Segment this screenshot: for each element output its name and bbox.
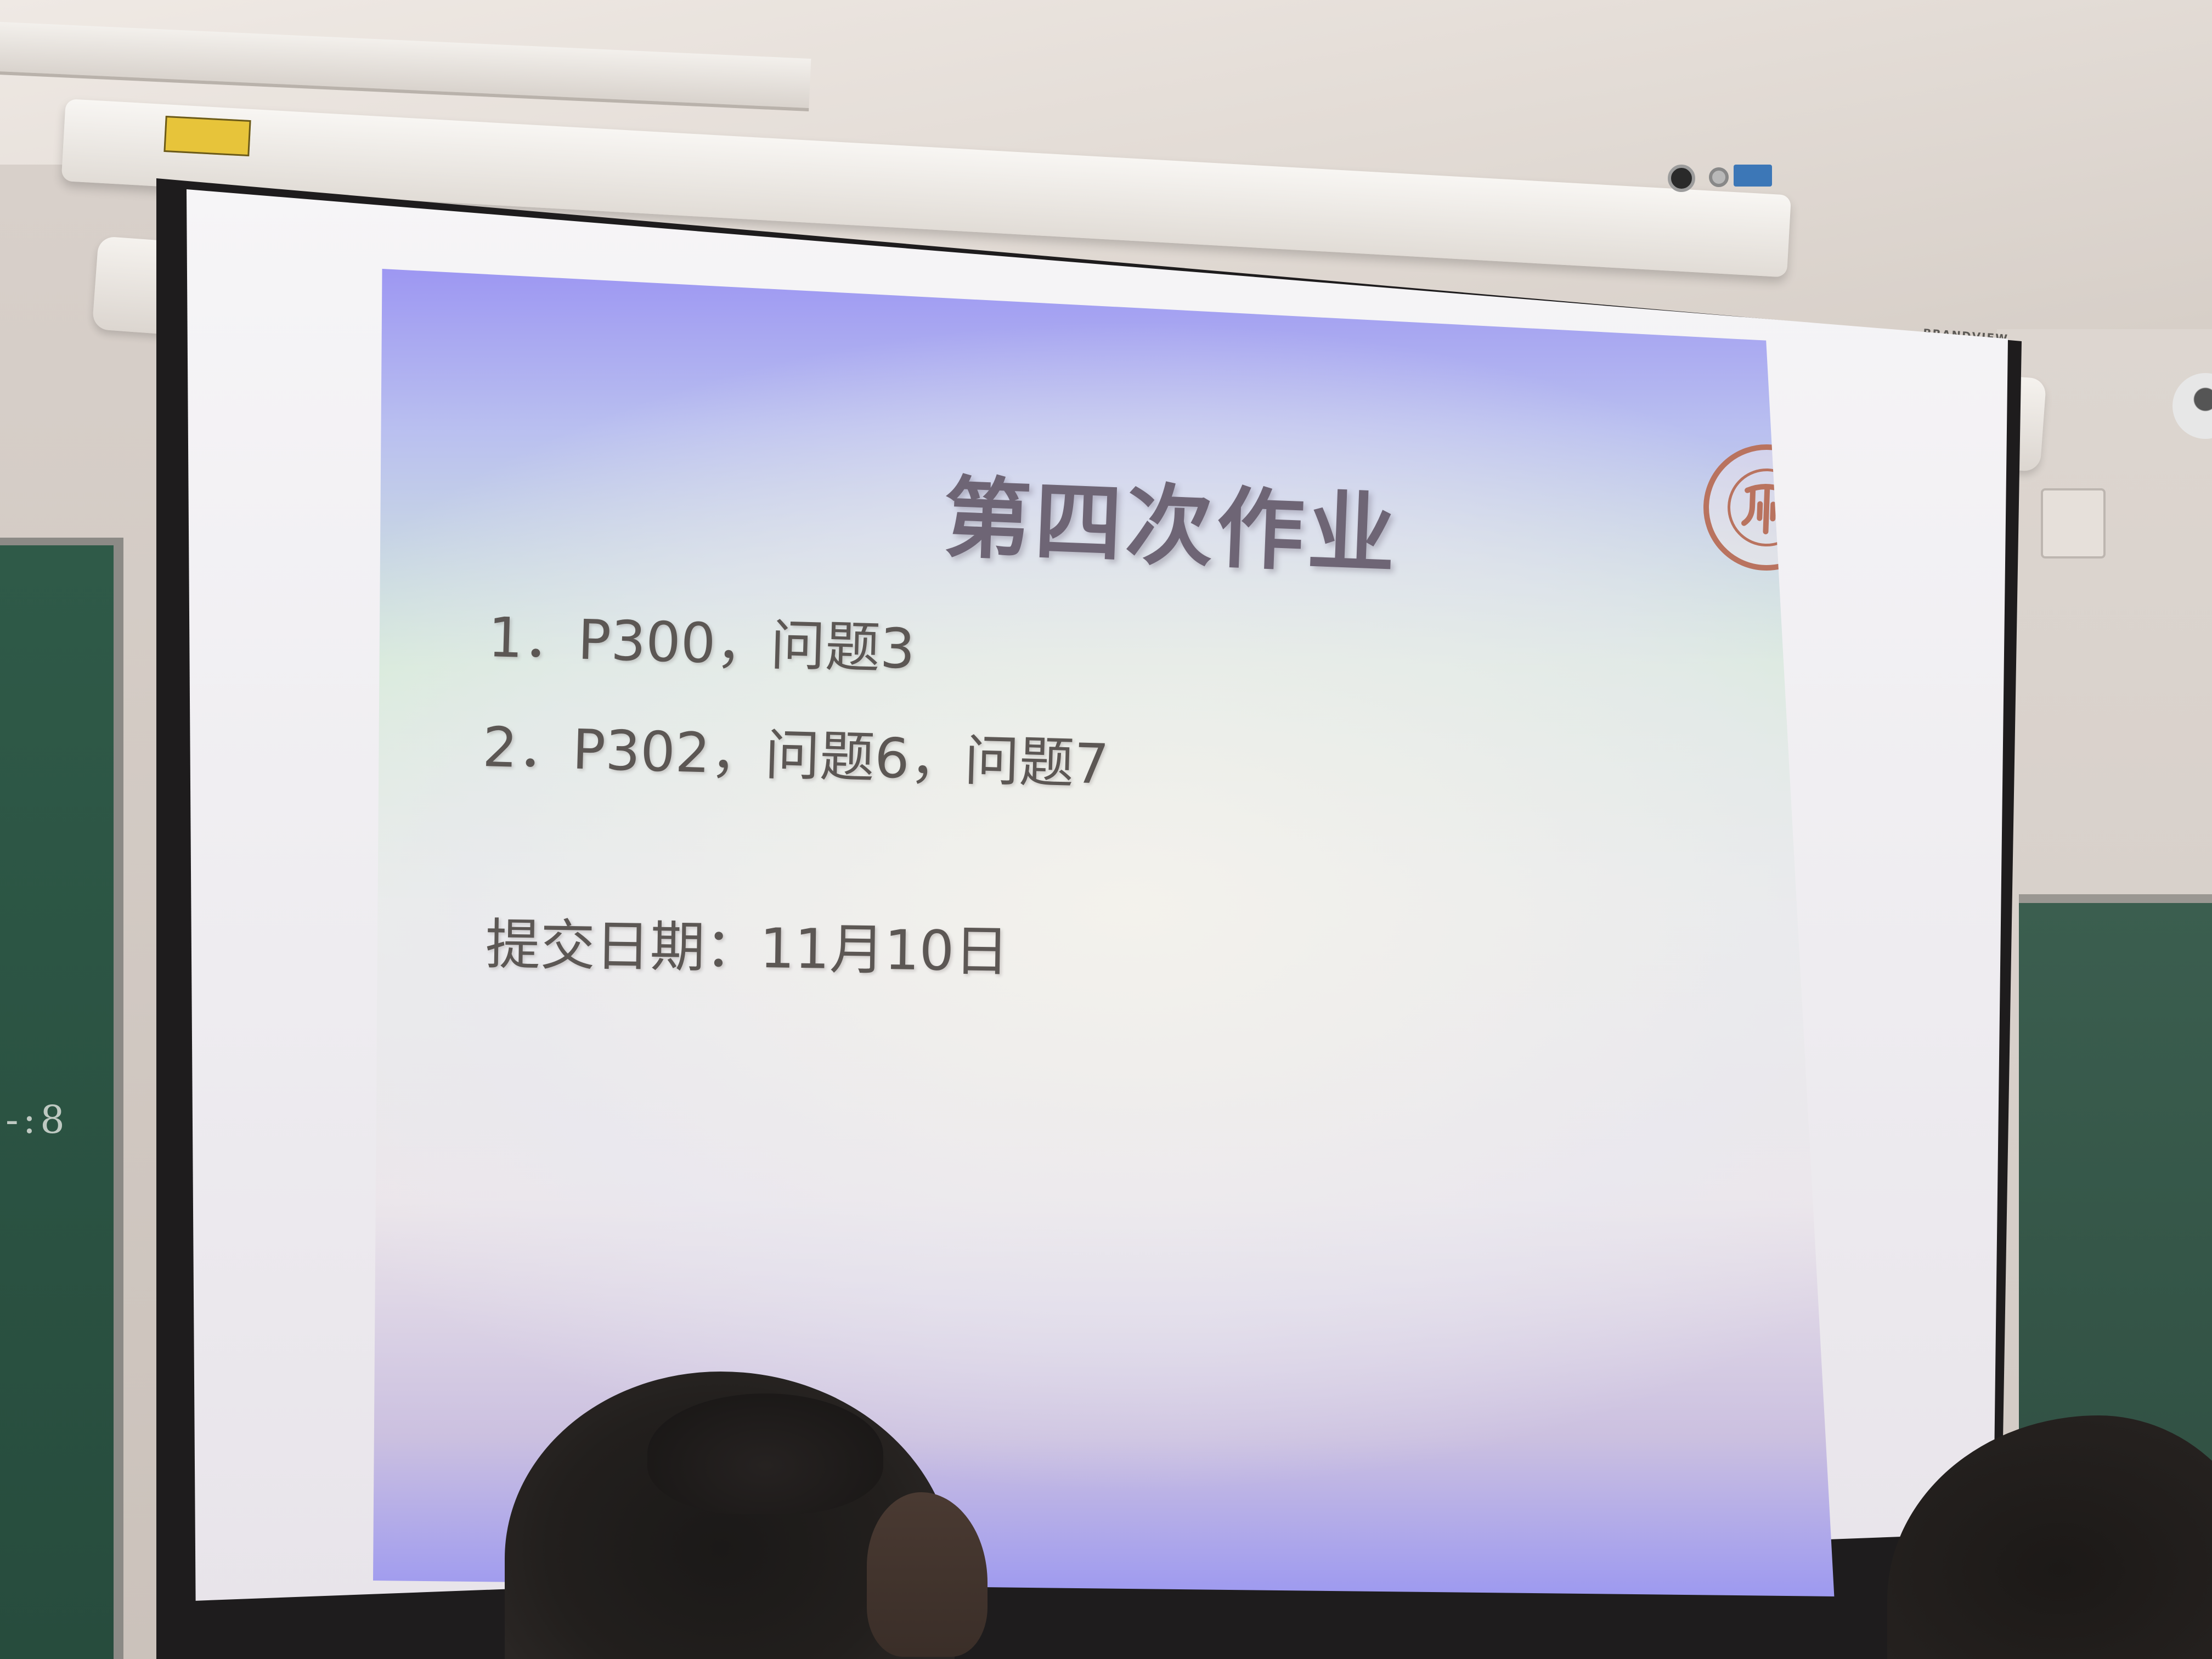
wall-switch-plate (2041, 488, 2106, 558)
student-hair (647, 1393, 883, 1514)
homework-item-1: 1．P300，问题3 (487, 605, 916, 681)
slide: 第四次作业 1．P300，问题3 2．P302，问题6，问题7 提交日期：11月… (373, 269, 1835, 1596)
homework-item-2: 2．P302，问题6，问题7 (482, 715, 1110, 797)
chalk-mark: -:8 (5, 1097, 69, 1142)
slide-content: 第四次作业 1．P300，问题3 2．P302，问题6，问题7 提交日期：11月… (373, 269, 1834, 1596)
due-date: 提交日期：11月10日 (485, 912, 1010, 984)
blue-label-tag (1734, 165, 1772, 187)
indicator-light-icon (1709, 167, 1729, 187)
slide-title: 第四次作业 (941, 466, 1401, 586)
sensor-lens-icon (1668, 165, 1695, 192)
warning-sticker (163, 115, 251, 157)
